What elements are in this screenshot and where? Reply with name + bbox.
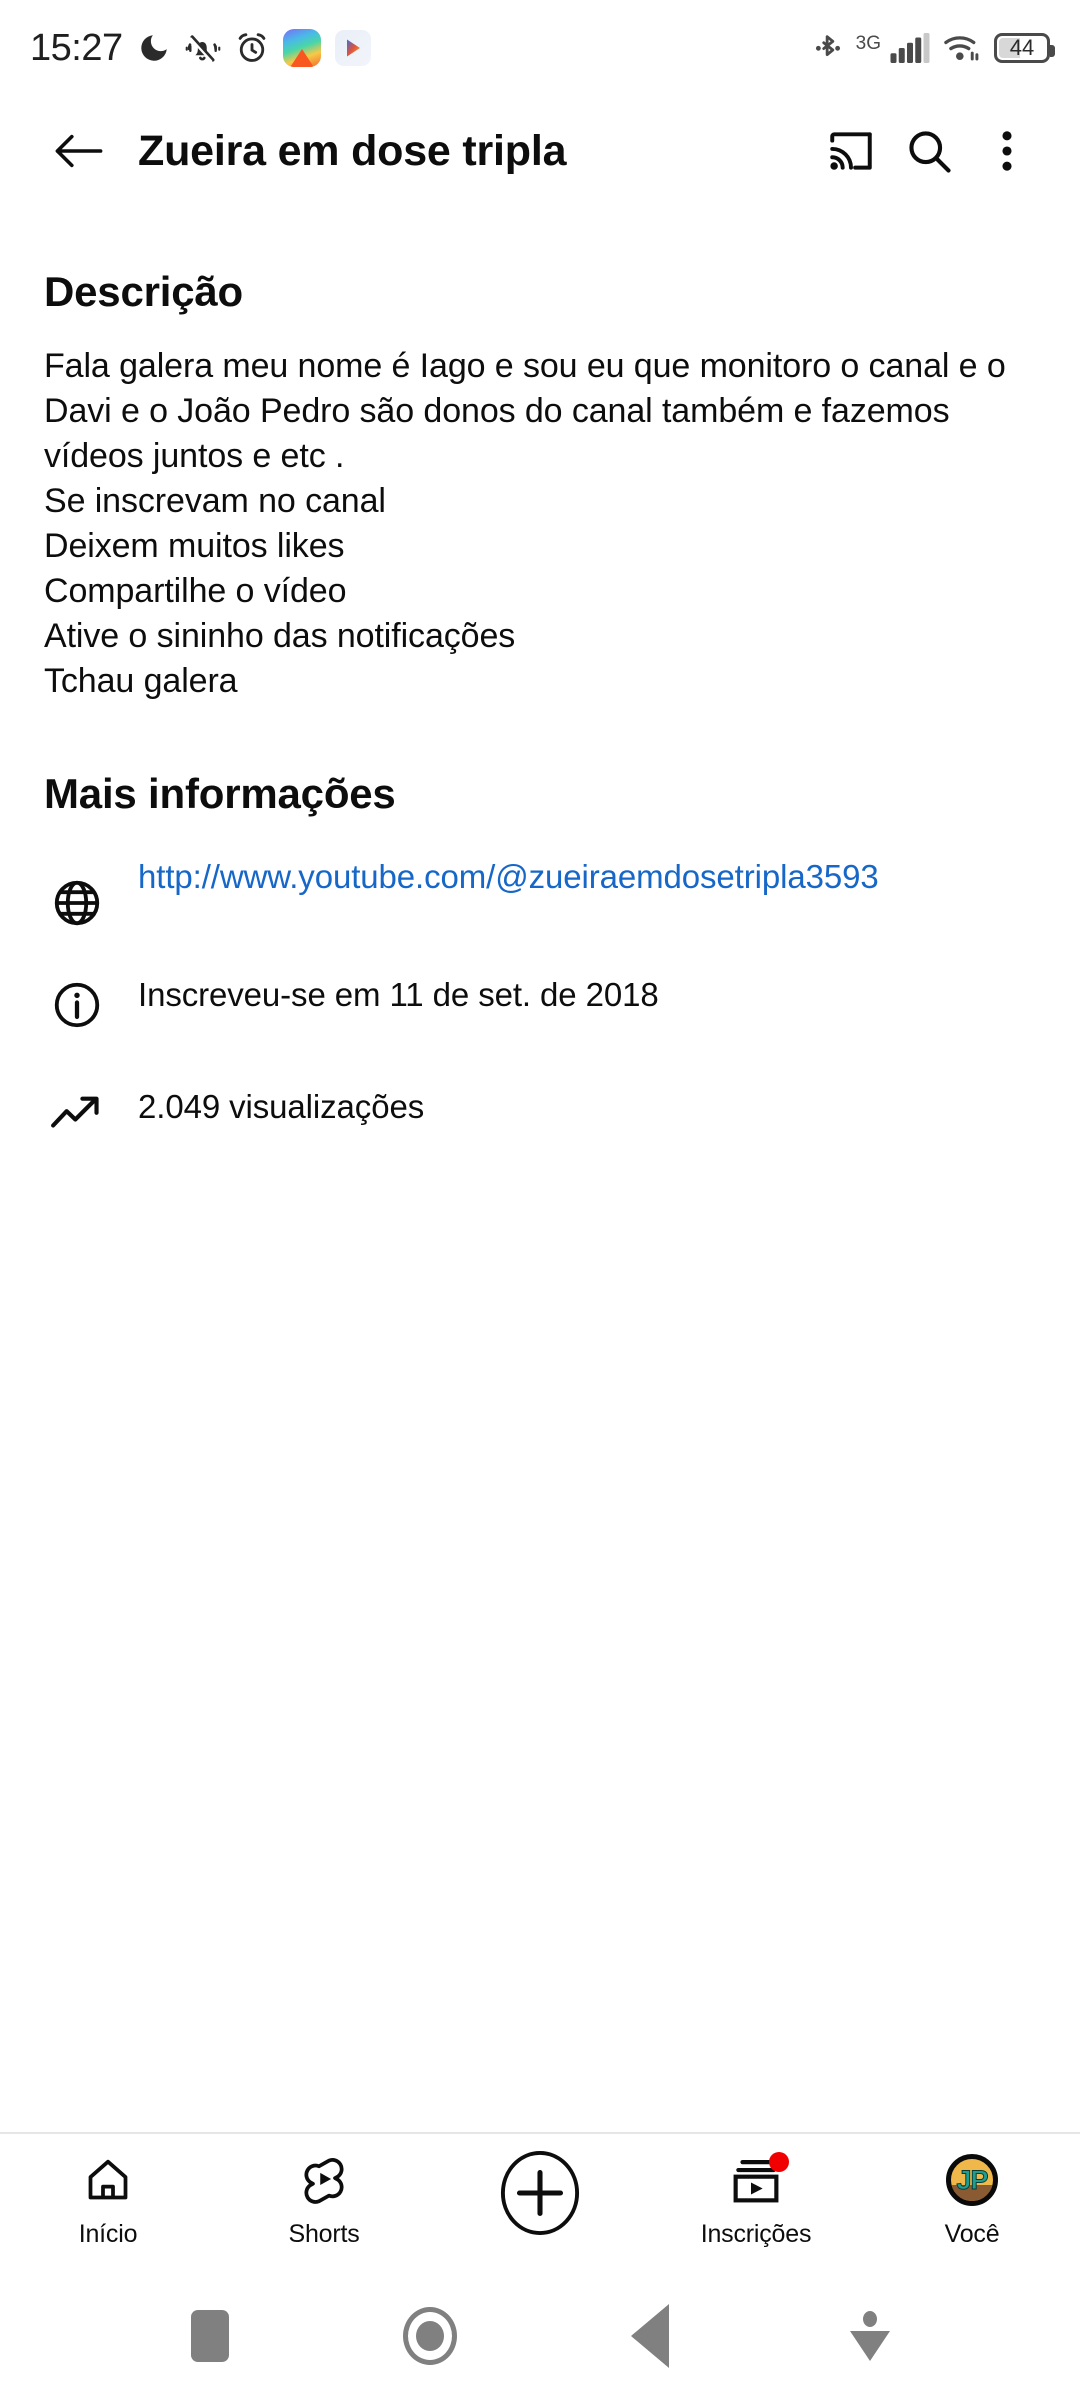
app-bar: Zueira em dose tripla xyxy=(0,96,1080,206)
rainbow-app-icon xyxy=(282,29,321,67)
nav-item-inicio[interactable]: Início xyxy=(0,2150,216,2249)
nav-item-voce[interactable]: JP Você xyxy=(864,2150,1080,2249)
wifi-icon xyxy=(943,33,981,63)
info-circle-icon xyxy=(44,972,110,1032)
recents-icon xyxy=(191,2310,229,2362)
battery-icon: 44 xyxy=(994,33,1055,63)
page-title: Zueira em dose tripla xyxy=(138,126,567,175)
nav-label-inicio: Início xyxy=(78,2220,138,2248)
trending-up-icon xyxy=(44,1084,110,1134)
overflow-menu-icon[interactable] xyxy=(968,112,1046,190)
do-not-disturb-moon-icon xyxy=(137,31,171,65)
subscriptions-icon xyxy=(729,2150,789,2210)
home-button[interactable] xyxy=(320,2307,540,2365)
view-count-row: 2.049 visualizações xyxy=(44,1084,1036,1162)
more-info-heading: Mais informações xyxy=(44,770,396,817)
subscriptions-badge xyxy=(769,2152,789,2172)
joined-date-row: Inscreveu-se em 11 de set. de 2018 xyxy=(44,972,1036,1050)
back-button[interactable] xyxy=(40,112,118,190)
status-bar-left: 15:27 xyxy=(30,27,371,70)
back-triangle-icon xyxy=(631,2304,669,2368)
dismiss-button[interactable] xyxy=(760,2311,980,2361)
search-icon[interactable] xyxy=(890,112,968,190)
shorts-icon xyxy=(299,2150,349,2210)
joined-date-text: Inscreveu-se em 11 de set. de 2018 xyxy=(138,976,659,1013)
main-content: Descrição Fala galera meu nome é Iago e … xyxy=(0,206,1080,2132)
mute-vibrate-icon xyxy=(185,31,221,65)
battery-level-label: 44 xyxy=(1009,35,1035,60)
recents-button[interactable] xyxy=(100,2310,320,2362)
status-bar: 15:27 3G 44 xyxy=(0,0,1080,96)
home-icon xyxy=(83,2150,133,2210)
more-info-list: http://www.youtube.com/@zueiraemdosetrip… xyxy=(44,854,1036,1162)
avatar: JP xyxy=(946,2154,998,2206)
status-bar-right: 3G 44 xyxy=(813,31,1055,65)
nav-label-voce: Você xyxy=(944,2220,1000,2248)
back-button-system[interactable] xyxy=(540,2304,760,2368)
nav-item-inscricoes[interactable]: Inscrições xyxy=(648,2150,864,2249)
bluetooth-icon xyxy=(813,31,843,65)
android-system-nav xyxy=(0,2272,1080,2400)
phone-screen: 15:27 3G 44 Zueira em dose tripla Descri… xyxy=(0,0,1080,2400)
nav-label-inscricoes: Inscrições xyxy=(700,2220,812,2248)
nav-label-shorts: Shorts xyxy=(288,2220,360,2248)
account-avatar-icon: JP xyxy=(946,2150,998,2210)
view-count-text: 2.049 visualizações xyxy=(138,1088,425,1125)
description-heading: Descrição xyxy=(44,268,243,315)
cellular-signal-icon xyxy=(890,33,930,63)
alarm-clock-icon xyxy=(235,31,269,65)
play-app-icon xyxy=(334,30,371,66)
home-circle-icon xyxy=(403,2307,457,2365)
status-clock: 15:27 xyxy=(30,26,123,69)
globe-icon xyxy=(44,854,110,930)
description-body: Fala galera meu nome é Iago e sou eu que… xyxy=(44,347,1006,700)
create-plus-icon[interactable] xyxy=(499,2150,581,2236)
dismiss-down-icon xyxy=(850,2311,890,2361)
avatar-initials: JP xyxy=(956,2164,989,2195)
cast-icon[interactable] xyxy=(812,112,890,190)
channel-url-text[interactable]: http://www.youtube.com/@zueiraemdosetrip… xyxy=(110,854,879,900)
nav-item-create[interactable] xyxy=(432,2150,648,2246)
network-type-label: 3G xyxy=(855,33,881,54)
nav-item-shorts[interactable]: Shorts xyxy=(216,2150,432,2249)
channel-url-row[interactable]: http://www.youtube.com/@zueiraemdosetrip… xyxy=(44,854,1036,932)
bottom-navigation-bar: Início Shorts Inscrições JP Você xyxy=(0,2132,1080,2272)
